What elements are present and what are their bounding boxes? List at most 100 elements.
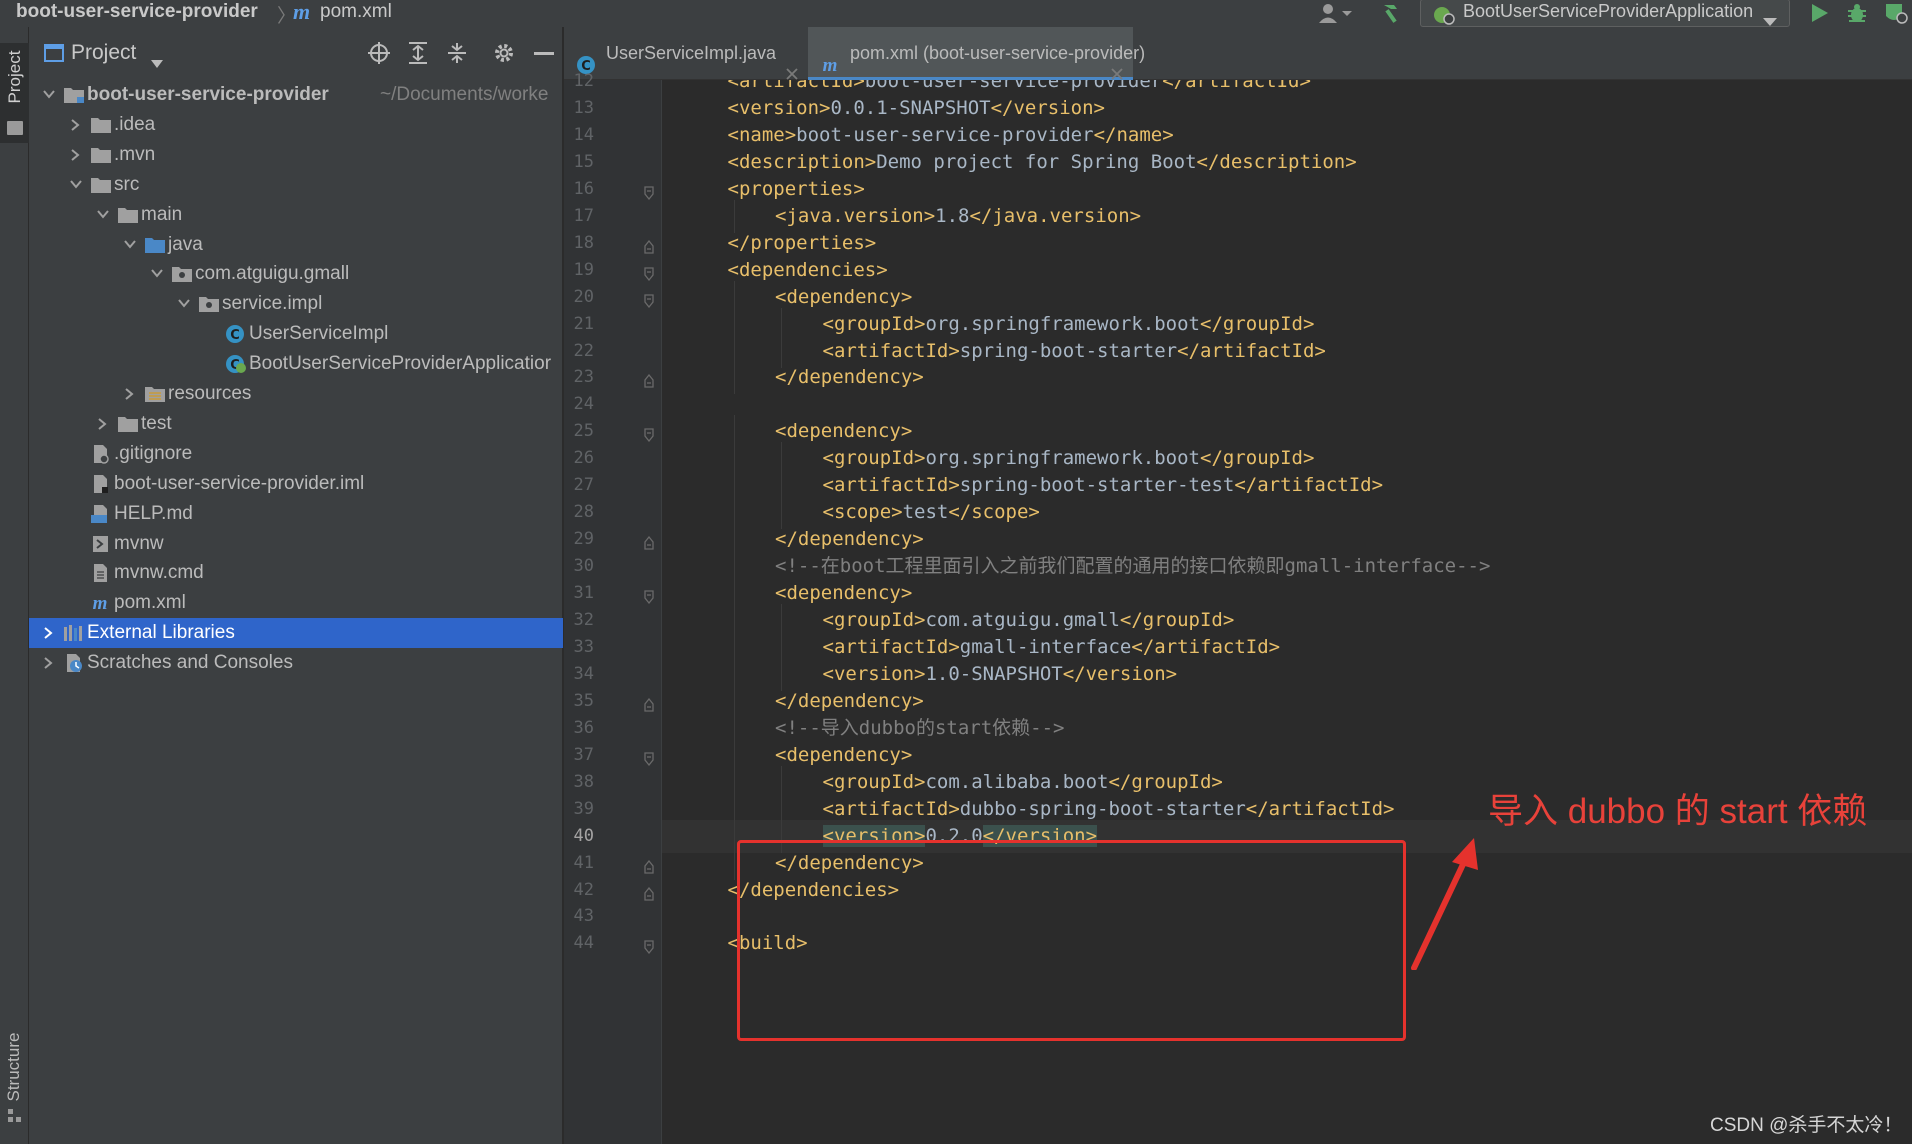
fold-open-icon[interactable] (644, 428, 654, 443)
gear-icon[interactable] (493, 42, 515, 64)
fold-close-icon[interactable] (644, 697, 654, 712)
project-tool-window: Project boot-user-service-provider ~/Docu… (29, 27, 563, 1144)
expand-down-icon[interactable] (122, 230, 138, 260)
xml-tag: </version> (1062, 662, 1178, 685)
tree-item[interactable]: mvnw (29, 529, 563, 559)
xml-tag: <version> (727, 96, 831, 119)
collapse-all-icon[interactable] (446, 42, 468, 64)
locate-file-icon[interactable] (368, 42, 390, 64)
tool-window-stripe: Project Structure (0, 27, 29, 1144)
fold-open-icon[interactable] (644, 186, 654, 200)
fold-close-icon[interactable] (644, 374, 654, 389)
hide-panel-icon[interactable] (534, 52, 554, 55)
editor-tab[interactable]: C UserServiceImpl.java (564, 27, 808, 80)
breadcrumb-file[interactable]: pom.xml (320, 1, 392, 23)
xml-tag: <version> (822, 662, 926, 685)
tree-item[interactable]: test (29, 409, 563, 439)
tree-item[interactable]: External Libraries (29, 618, 563, 649)
project-tool-button[interactable]: Project (0, 43, 29, 143)
package-icon (171, 259, 193, 289)
tree-item[interactable]: mvnw.cmd (29, 558, 563, 588)
tree-item[interactable]: main (29, 200, 563, 230)
folder-icon (90, 140, 112, 170)
user-icon[interactable] (1318, 2, 1352, 24)
fold-open-icon[interactable] (644, 293, 654, 308)
build-hammer-icon[interactable] (1380, 1, 1404, 25)
xml-tag: <groupId> (822, 312, 926, 335)
expand-right-icon[interactable] (41, 648, 57, 678)
text-file-icon (90, 558, 112, 588)
tree-item[interactable]: src (29, 170, 563, 200)
fold-open-icon[interactable] (644, 752, 654, 766)
xml-tag: </version> (990, 96, 1105, 119)
xml-comment: <!--在boot工程里面引入之前我们配置的通用的接口依赖即gmall-inte… (775, 555, 1491, 578)
tree-item[interactable]: service.impl (29, 289, 563, 319)
tree-item[interactable]: HELP.md (29, 499, 563, 529)
close-tab-icon[interactable] (786, 48, 798, 80)
expand-down-icon[interactable] (176, 289, 192, 319)
coverage-icon[interactable] (1884, 2, 1910, 24)
expand-right-icon[interactable] (41, 618, 57, 648)
xml-tag: <dependency> (775, 582, 913, 605)
xml-tag: <scope> (822, 501, 903, 524)
expand-down-icon[interactable] (41, 80, 57, 110)
code-text: </dependency> (775, 361, 924, 394)
tree-item[interactable]: m pom.xml (29, 588, 563, 618)
xml-tag: <description> (727, 150, 877, 173)
xml-tag: </java.version> (969, 204, 1142, 227)
structure-tool-label: Structure (4, 1032, 23, 1102)
xml-tag: <groupId> (822, 609, 926, 631)
expand-down-icon[interactable] (68, 170, 84, 200)
structure-tool-button[interactable]: Structure (0, 1017, 29, 1127)
package-icon (198, 289, 220, 319)
fold-open-icon[interactable] (644, 940, 654, 955)
scratches-icon (63, 648, 85, 678)
run-icon[interactable] (1808, 2, 1830, 24)
tree-item[interactable]: resources (29, 379, 563, 409)
expand-right-icon[interactable] (68, 110, 84, 140)
tree-item[interactable]: .gitignore (29, 439, 563, 469)
xml-text: test (902, 501, 949, 524)
project-view-select[interactable]: Project (71, 41, 136, 65)
editor-tab[interactable]: m pom.xml (boot-user-service-provider) (808, 27, 1145, 80)
tree-item[interactable]: boot-user-service-provider.iml (29, 469, 563, 499)
fold-close-icon[interactable] (644, 536, 654, 550)
tree-item-label: .gitignore (114, 442, 193, 464)
xml-tag: </groupId> (1108, 770, 1223, 793)
fold-close-icon[interactable] (644, 886, 654, 901)
tree-item[interactable]: com.atguigu.gmall (29, 259, 563, 289)
tree-item[interactable]: Scratches and Consoles (29, 648, 563, 678)
tree-item[interactable]: C BootUserServiceProviderApplicatior (29, 349, 563, 379)
tree-item[interactable]: boot-user-service-provider ~/Documents/wo… (29, 80, 563, 110)
tree-item[interactable]: C UserServiceImpl (29, 319, 563, 349)
fold-open-icon[interactable] (644, 590, 654, 605)
xml-tag: <dependencies> (727, 258, 888, 281)
breadcrumb-project[interactable]: boot-user-service-provider (16, 1, 258, 23)
fold-close-icon[interactable] (644, 239, 654, 254)
run-configuration-select[interactable]: BootUserServiceProviderApplication (1420, 0, 1790, 27)
expand-right-icon[interactable] (68, 140, 84, 170)
fold-close-icon[interactable] (644, 859, 654, 874)
xml-tag: </artifactId> (1177, 339, 1326, 362)
xml-tag: <dependency> (775, 285, 913, 308)
expand-down-icon[interactable] (95, 200, 111, 230)
folder-icon (90, 110, 112, 140)
close-tab-icon[interactable] (1111, 48, 1123, 80)
xml-tag: </description> (1196, 150, 1357, 173)
xml-tag: </groupId> (1200, 447, 1315, 470)
debug-icon[interactable] (1846, 2, 1868, 24)
editor-tab-label: pom.xml (boot-user-service-provider) (850, 43, 1146, 63)
expand-down-icon[interactable] (149, 259, 165, 289)
expand-right-icon[interactable] (95, 409, 111, 439)
chevron-down-icon[interactable] (151, 50, 163, 68)
expand-all-icon[interactable] (407, 42, 429, 64)
tree-item[interactable]: .idea (29, 110, 563, 140)
xml-tag: </groupId> (1200, 312, 1315, 335)
indent-guide (733, 361, 735, 395)
tree-item[interactable]: java (29, 230, 563, 260)
tree-item[interactable]: .mvn (29, 140, 563, 170)
xml-tag: <name> (727, 123, 797, 146)
fold-open-icon[interactable] (644, 266, 654, 281)
xml-tag: <artifactId> (822, 635, 960, 658)
expand-right-icon[interactable] (122, 379, 138, 409)
